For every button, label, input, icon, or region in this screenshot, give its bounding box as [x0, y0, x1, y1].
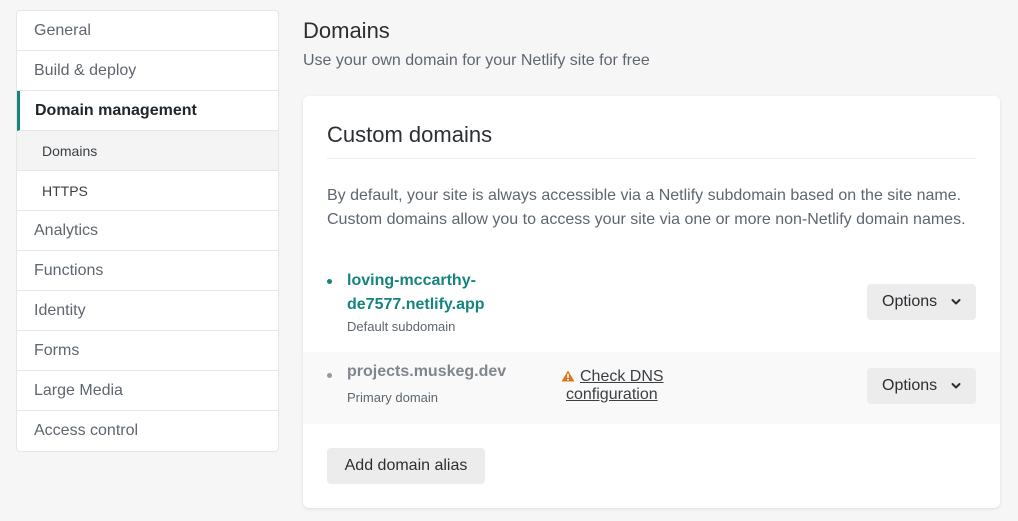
description-line-2: Custom domains allow you to access your … — [327, 211, 966, 228]
card-description: By default, your site is always accessib… — [327, 184, 977, 232]
primary-domain-name: projects.muskeg.dev — [347, 363, 507, 380]
warning-triangle-icon — [561, 370, 575, 382]
chevron-down-icon — [951, 299, 961, 305]
domain-name-line-1: loving-mccarthy- — [347, 272, 476, 289]
sidebar-item-build-deploy[interactable]: Build & deploy — [17, 51, 278, 91]
options-label: Options — [882, 293, 938, 310]
sidebar-item-domain-management[interactable]: Domain management — [17, 91, 278, 131]
domain-caption: Primary domain — [347, 390, 439, 405]
card-divider — [327, 158, 976, 159]
options-button-default-subdomain[interactable]: Options — [867, 284, 976, 320]
sidebar-item-access-control[interactable]: Access control — [17, 411, 278, 451]
sidebar-item-general[interactable]: General — [17, 11, 278, 51]
sidebar-item-identity[interactable]: Identity — [17, 291, 278, 331]
custom-domains-card: Custom domains By default, your site is … — [303, 96, 1000, 508]
settings-sidebar: General Build & deploy Domain management… — [16, 10, 279, 452]
sidebar-item-functions[interactable]: Functions — [17, 251, 278, 291]
chevron-down-icon — [951, 383, 961, 389]
description-line-1: By default, your site is always accessib… — [327, 187, 962, 204]
domain-row-default-subdomain: loving-mccarthy- de7577.netlify.app Defa… — [303, 262, 1000, 342]
sidebar-subitem-domains[interactable]: Domains — [17, 131, 278, 171]
page-subtitle: Use your own domain for your Netlify sit… — [303, 52, 650, 69]
sidebar-item-forms[interactable]: Forms — [17, 331, 278, 371]
domain-caption: Default subdomain — [347, 319, 456, 334]
domain-name-line-2: de7577.netlify.app — [347, 296, 485, 313]
page-title: Domains — [303, 18, 390, 43]
dns-check-line-1: Check DNS — [580, 368, 664, 385]
sidebar-item-large-media[interactable]: Large Media — [17, 371, 278, 411]
options-button-primary-domain[interactable]: Options — [867, 368, 976, 404]
sidebar-subitem-https[interactable]: HTTPS — [17, 171, 278, 211]
list-bullet — [327, 373, 332, 378]
add-domain-alias-button[interactable]: Add domain alias — [327, 448, 485, 484]
list-bullet — [327, 279, 332, 284]
domain-row-primary-domain: projects.muskeg.dev Primary domain Check… — [303, 352, 1000, 424]
sidebar-item-analytics[interactable]: Analytics — [17, 211, 278, 251]
options-label: Options — [882, 377, 938, 394]
dns-check-line-2: configuration — [566, 386, 658, 403]
card-title: Custom domains — [327, 122, 493, 147]
check-dns-configuration-link[interactable]: Check DNS configuration — [561, 368, 691, 404]
default-subdomain-link[interactable]: loving-mccarthy- de7577.netlify.app — [347, 269, 517, 317]
